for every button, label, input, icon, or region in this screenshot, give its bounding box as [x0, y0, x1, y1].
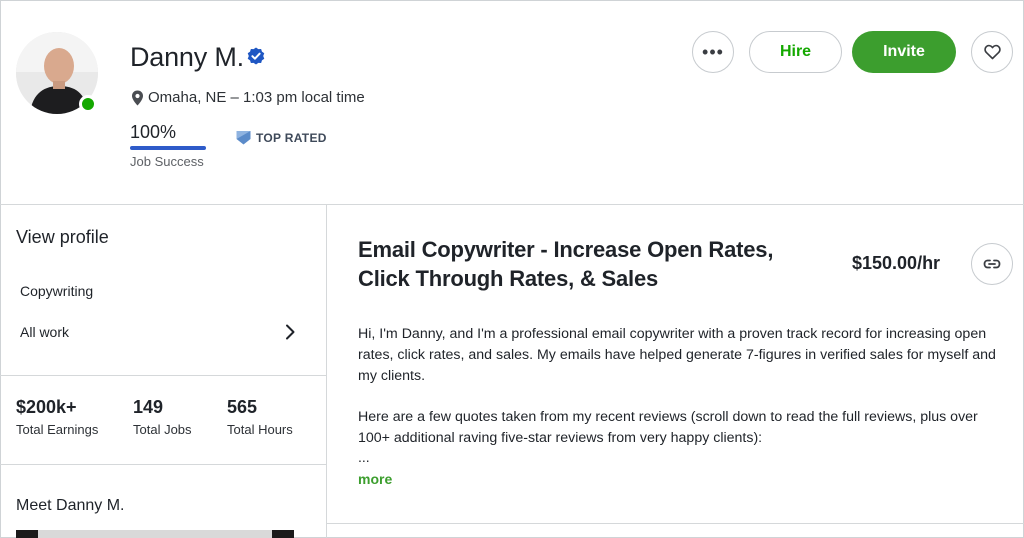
- invite-button[interactable]: Invite: [852, 31, 956, 73]
- sidebar-divider: [0, 464, 326, 465]
- link-icon: [983, 259, 1001, 269]
- profile-header: Danny M. Omaha, NE – 1:03 pm local time …: [0, 0, 1024, 205]
- sidebar-item-all-work[interactable]: All work: [20, 324, 295, 340]
- hire-button[interactable]: Hire: [749, 31, 842, 73]
- intro-video-thumbnail[interactable]: [16, 530, 294, 538]
- stat-value: 565: [227, 397, 258, 417]
- overview-paragraph: Hi, I'm Danny, and I'm a professional em…: [358, 326, 996, 384]
- top-rated-label: TOP RATED: [256, 130, 327, 145]
- more-options-button[interactable]: •••: [692, 31, 734, 73]
- location-line: Omaha, NE – 1:03 pm local time: [131, 89, 365, 106]
- chevron-right-icon: [286, 324, 295, 340]
- job-success-score: 100% Job Success: [130, 122, 206, 169]
- show-more-link[interactable]: more: [358, 471, 392, 487]
- online-status-dot: [79, 95, 97, 113]
- verified-icon: [247, 47, 265, 65]
- heart-icon: [983, 44, 1001, 60]
- meet-heading: Meet Danny M.: [16, 497, 125, 514]
- profile-main: Email Copywriter - Increase Open Rates, …: [327, 205, 1024, 538]
- copy-link-button[interactable]: [971, 243, 1013, 285]
- stat-total-earnings: $200k+ Total Earnings: [16, 397, 98, 437]
- hourly-rate: $150.00/hr: [852, 253, 941, 273]
- top-rated-icon: [236, 131, 251, 145]
- sidebar-divider: [0, 375, 326, 376]
- stat-total-hours: 565 Total Hours: [227, 397, 293, 437]
- overview-paragraph: Here are a few quotes taken from my rece…: [358, 409, 978, 446]
- stat-total-jobs: 149 Total Jobs: [133, 397, 192, 437]
- job-success-bar-fill: [130, 146, 206, 150]
- job-success-bar: [130, 146, 206, 150]
- save-favorite-button[interactable]: [971, 31, 1013, 73]
- overview-ellipsis: ...: [358, 449, 370, 465]
- stat-label: Total Jobs: [133, 422, 192, 437]
- more-icon: •••: [702, 41, 724, 62]
- stat-label: Total Earnings: [16, 422, 99, 437]
- stat-label: Total Hours: [227, 422, 293, 437]
- profile-title: Email Copywriter - Increase Open Rates, …: [358, 237, 774, 291]
- freelancer-name: Danny M.: [130, 42, 244, 72]
- job-success-value: 100%: [130, 122, 177, 142]
- profile-sidebar: View profile Copywriting All work $200k+…: [0, 205, 327, 538]
- section-divider: [327, 523, 1024, 524]
- sidebar-item-copywriting[interactable]: Copywriting: [20, 283, 93, 299]
- job-success-label: Job Success: [130, 154, 204, 169]
- top-rated-badge: TOP RATED: [236, 130, 327, 145]
- sidebar-item-label: All work: [20, 324, 70, 340]
- stat-value: 149: [133, 397, 164, 417]
- stat-value: $200k+: [16, 397, 77, 417]
- location-text: Omaha, NE – 1:03 pm local time: [148, 89, 365, 106]
- view-profile-heading: View profile: [16, 227, 109, 247]
- location-pin-icon: [132, 90, 143, 105]
